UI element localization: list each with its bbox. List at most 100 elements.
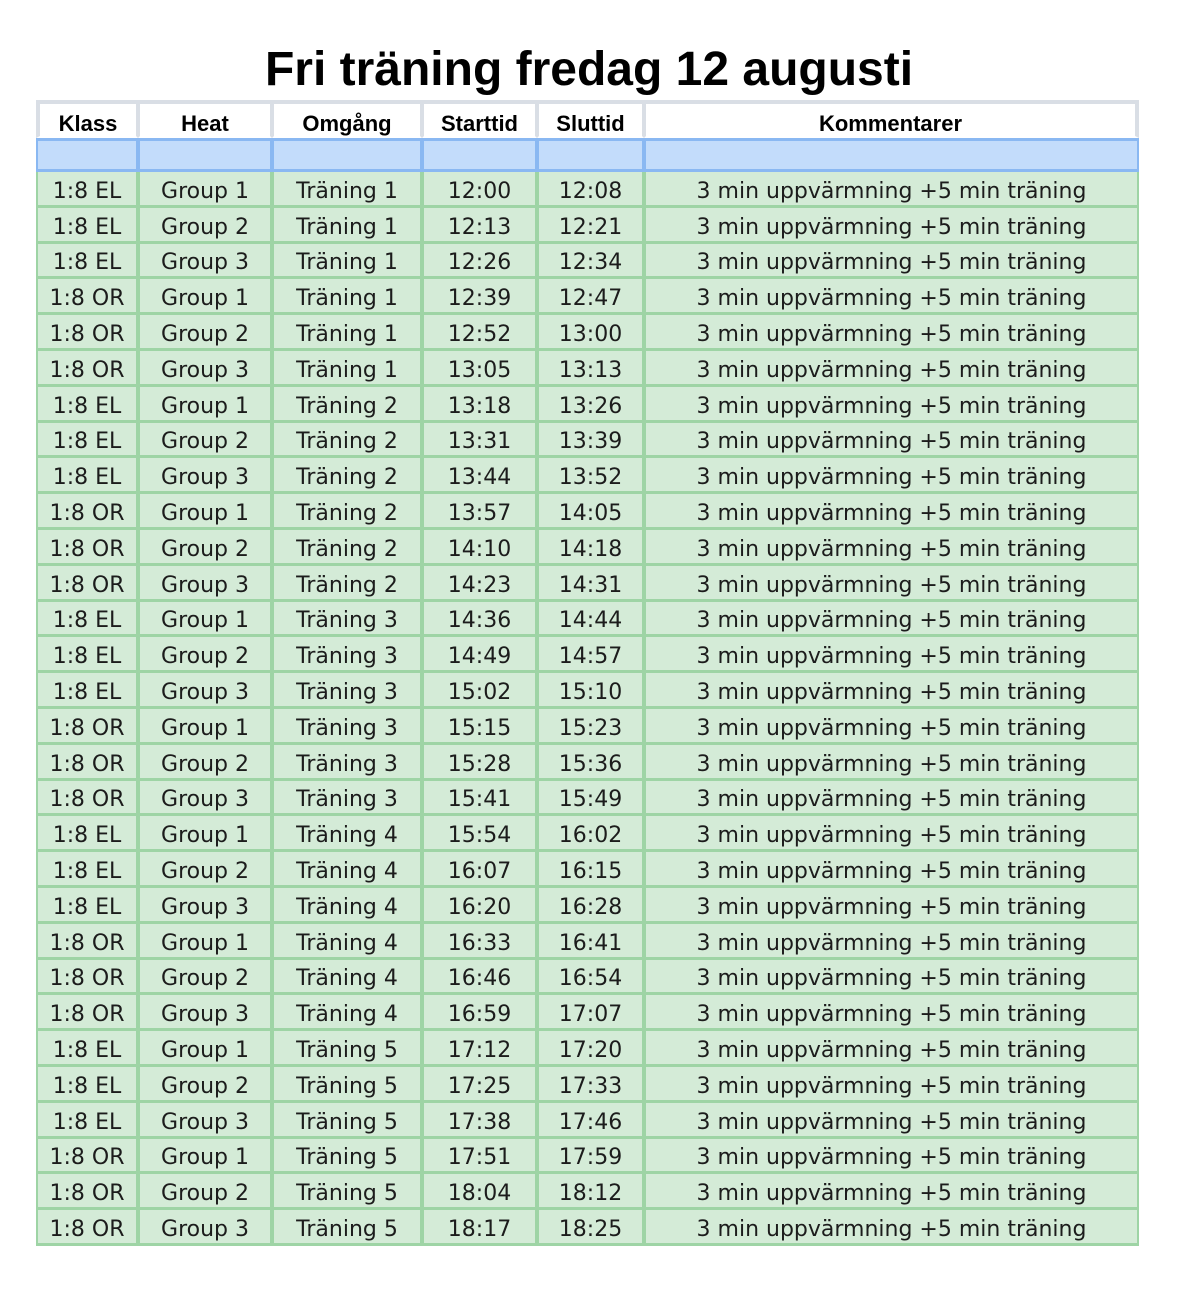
table-row: 1:8 OR Group 1 Träning 5 17:51 17:59 3 min up…	[36, 1138, 1139, 1175]
cell-starttid: 17:38	[422, 1102, 537, 1139]
page-title: Fri träning fredag 12 augusti	[264, 43, 914, 96]
cell-klass: 1:8 OR	[36, 708, 138, 745]
table-row: 1:8 OR Group 3 Träning 3 15:41 15:49 3 min up…	[36, 780, 1139, 817]
cell-heat: Group 2	[138, 529, 272, 566]
cell-heat: Group 2	[138, 1174, 272, 1211]
cell-heat: Group 2	[138, 852, 272, 888]
cell-kommentar: 3 min uppvärmning +5 min träning	[644, 1031, 1139, 1067]
cell-kommentar: 3 min uppvärmning +5 min träning	[644, 780, 1139, 817]
cell-sluttid: 15:23	[537, 708, 644, 745]
cell-starttid: 12:52	[422, 315, 537, 351]
cell-sluttid: 14:57	[537, 637, 644, 674]
table-row: 1:8 EL Group 2 Träning 5 17:25 17:33 3 min up…	[36, 1066, 1139, 1103]
cell-starttid: 13:44	[422, 458, 537, 495]
table-row: 1:8 OR Group 3 Träning 1 13:05 13:13 3 min up…	[36, 350, 1139, 387]
cell-kommentar: 3 min uppvärmning +5 min träning	[644, 1066, 1139, 1103]
table-row: 1:8 OR Group 2 Träning 4 16:46 16:54 3 min up…	[36, 959, 1139, 996]
cell-klass: 1:8 OR	[36, 529, 138, 566]
blank-cell	[537, 138, 644, 172]
cell-klass: 1:8 OR	[36, 494, 138, 530]
cell-sluttid: 13:52	[537, 458, 644, 495]
cell-heat: Group 2	[138, 207, 272, 244]
cell-sluttid: 14:31	[537, 565, 644, 602]
cell-kommentar: 3 min uppvärmning +5 min träning	[644, 207, 1139, 244]
cell-omgang: Träning 5	[272, 1102, 422, 1139]
cell-sluttid: 18:12	[537, 1174, 644, 1211]
cell-sluttid: 17:46	[537, 1102, 644, 1139]
blank-row	[36, 138, 1139, 172]
cell-omgang: Träning 4	[272, 923, 422, 960]
table-row: 1:8 EL Group 3 Träning 2 13:44 13:52 3 min up…	[36, 458, 1139, 495]
cell-omgang: Träning 1	[272, 172, 422, 208]
cell-klass: 1:8 EL	[36, 673, 138, 709]
cell-omgang: Träning 1	[272, 207, 422, 244]
cell-klass: 1:8 OR	[36, 744, 138, 781]
cell-kommentar: 3 min uppvärmning +5 min träning	[644, 529, 1139, 566]
table-row: 1:8 EL Group 3 Träning 3 15:02 15:10 3 min up…	[36, 673, 1139, 709]
cell-starttid: 14:10	[422, 529, 537, 566]
cell-omgang: Träning 1	[272, 350, 422, 387]
table-row: 1:8 EL Group 2 Träning 2 13:31 13:39 3 min up…	[36, 422, 1139, 459]
cell-kommentar: 3 min uppvärmning +5 min träning	[644, 279, 1139, 316]
table-body: 1:8 EL Group 1 Träning 1 12:00 12:08 3 min up…	[36, 138, 1139, 1246]
table-row: 1:8 EL Group 2 Träning 3 14:49 14:57 3 min up…	[36, 637, 1139, 674]
cell-starttid: 13:57	[422, 494, 537, 530]
cell-omgang: Träning 1	[272, 243, 422, 280]
cell-klass: 1:8 EL	[36, 422, 138, 459]
cell-kommentar: 3 min uppvärmning +5 min träning	[644, 315, 1139, 351]
cell-klass: 1:8 OR	[36, 1210, 138, 1246]
cell-starttid: 12:13	[422, 207, 537, 244]
table-row: 1:8 OR Group 3 Träning 5 18:17 18:25 3 min up…	[36, 1210, 1139, 1246]
cell-klass: 1:8 EL	[36, 852, 138, 888]
cell-kommentar: 3 min uppvärmning +5 min träning	[644, 744, 1139, 781]
cell-sluttid: 15:36	[537, 744, 644, 781]
table-row: 1:8 OR Group 1 Träning 4 16:33 16:41 3 min up…	[36, 923, 1139, 960]
cell-heat: Group 2	[138, 1066, 272, 1103]
cell-heat: Group 3	[138, 243, 272, 280]
cell-sluttid: 16:41	[537, 923, 644, 960]
cell-omgang: Träning 1	[272, 315, 422, 351]
cell-sluttid: 17:20	[537, 1031, 644, 1067]
cell-kommentar: 3 min uppvärmning +5 min träning	[644, 673, 1139, 709]
cell-heat: Group 1	[138, 279, 272, 316]
cell-heat: Group 2	[138, 315, 272, 351]
cell-klass: 1:8 OR	[36, 1174, 138, 1211]
cell-heat: Group 3	[138, 673, 272, 709]
cell-starttid: 16:33	[422, 923, 537, 960]
cell-starttid: 14:49	[422, 637, 537, 674]
cell-heat: Group 3	[138, 350, 272, 387]
cell-kommentar: 3 min uppvärmning +5 min träning	[644, 816, 1139, 853]
cell-starttid: 18:04	[422, 1174, 537, 1211]
cell-omgang: Träning 4	[272, 995, 422, 1032]
cell-kommentar: 3 min uppvärmning +5 min träning	[644, 995, 1139, 1032]
cell-kommentar: 3 min uppvärmning +5 min träning	[644, 172, 1139, 208]
cell-kommentar: 3 min uppvärmning +5 min träning	[644, 386, 1139, 423]
cell-starttid: 13:31	[422, 422, 537, 459]
cell-starttid: 17:25	[422, 1066, 537, 1103]
cell-kommentar: 3 min uppvärmning +5 min träning	[644, 637, 1139, 674]
cell-sluttid: 14:18	[537, 529, 644, 566]
cell-starttid: 17:51	[422, 1138, 537, 1175]
header-omgang: Omgång	[272, 100, 422, 138]
cell-starttid: 15:15	[422, 708, 537, 745]
schedule-table: Klass Heat Omgång Starttid Sluttid Komme…	[36, 100, 1139, 1246]
cell-heat: Group 3	[138, 780, 272, 817]
cell-sluttid: 14:44	[537, 601, 644, 638]
cell-omgang: Träning 3	[272, 673, 422, 709]
cell-omgang: Träning 4	[272, 887, 422, 924]
cell-omgang: Träning 5	[272, 1174, 422, 1211]
cell-sluttid: 13:26	[537, 386, 644, 423]
cell-sluttid: 12:08	[537, 172, 644, 208]
cell-sluttid: 12:34	[537, 243, 644, 280]
cell-heat: Group 1	[138, 1031, 272, 1067]
cell-omgang: Träning 2	[272, 494, 422, 530]
cell-omgang: Träning 1	[272, 279, 422, 316]
header-heat: Heat	[138, 100, 272, 138]
cell-starttid: 17:12	[422, 1031, 537, 1067]
cell-heat: Group 3	[138, 995, 272, 1032]
table-row: 1:8 EL Group 1 Träning 4 15:54 16:02 3 min up…	[36, 816, 1139, 853]
cell-klass: 1:8 EL	[36, 1066, 138, 1103]
cell-omgang: Träning 5	[272, 1210, 422, 1246]
table-row: 1:8 EL Group 1 Träning 3 14:36 14:44 3 min up…	[36, 601, 1139, 638]
cell-kommentar: 3 min uppvärmning +5 min träning	[644, 852, 1139, 888]
